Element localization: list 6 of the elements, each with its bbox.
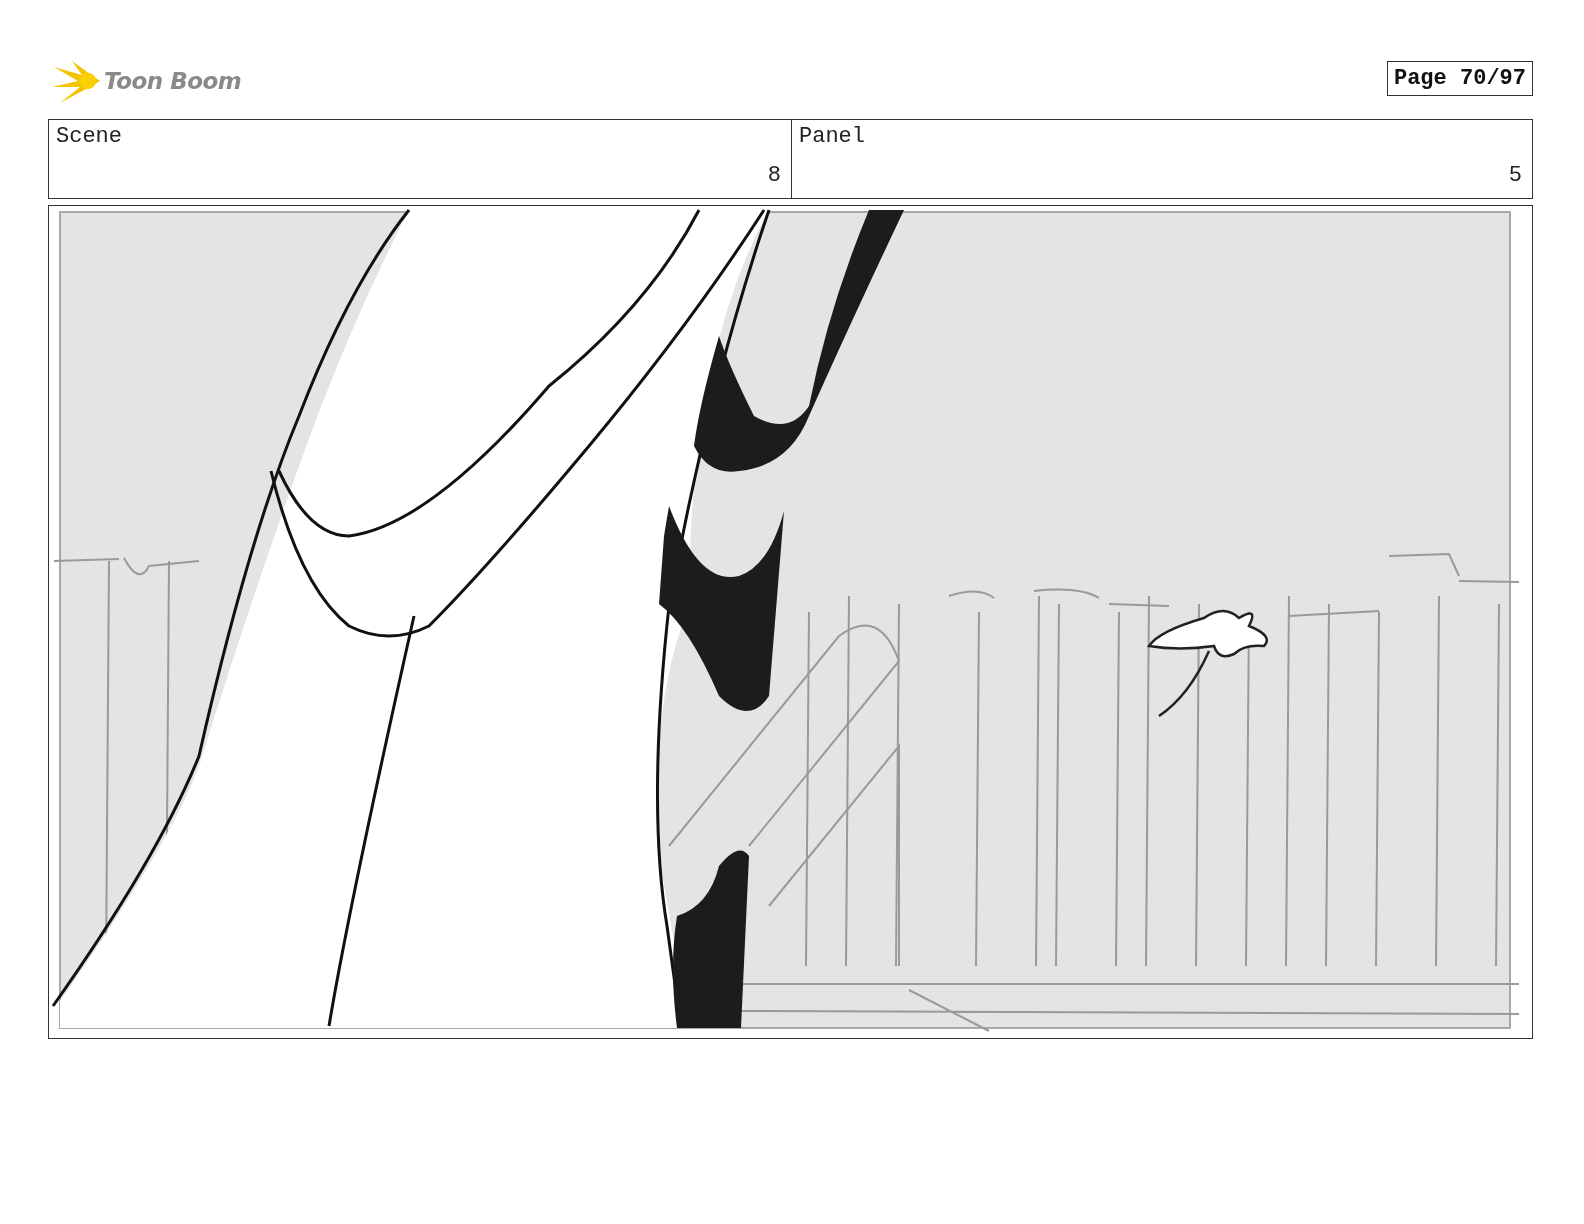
- logo-text: Toon Boom: [104, 68, 242, 94]
- panel-number: 5: [1508, 163, 1522, 188]
- scene-number: 8: [767, 163, 781, 188]
- scene-heading: Scene: [56, 124, 123, 149]
- page-number: Page 70/97: [1386, 61, 1533, 96]
- panel-heading: Panel: [799, 124, 866, 149]
